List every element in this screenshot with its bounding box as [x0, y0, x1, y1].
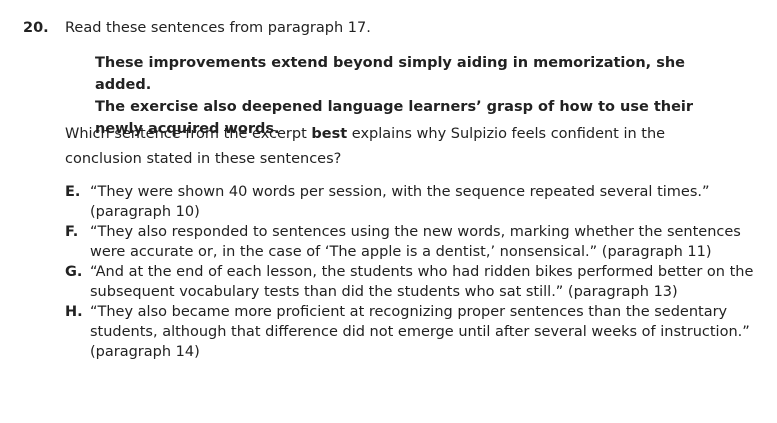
answer-choice-g[interactable]: G. “And at the end of each lesson, the s…: [65, 262, 755, 302]
choice-letter: F.: [65, 224, 79, 240]
answer-choice-e[interactable]: E. “They were shown 40 words per session…: [65, 182, 755, 222]
stem-emphasis: best: [311, 126, 348, 142]
answer-choice-h[interactable]: H. “They also became more proficient at …: [65, 302, 755, 362]
excerpt-sentence: These improvements extend beyond simply …: [95, 55, 686, 93]
choice-text: “They also became more proficient at rec…: [90, 304, 750, 360]
question-number: 20.: [23, 20, 49, 36]
choice-text: “They were shown 40 words per session, w…: [90, 184, 710, 220]
choice-letter: E.: [65, 184, 81, 200]
choice-text: “And at the end of each lesson, the stud…: [90, 264, 754, 300]
stem-text-before: Which sentence from the excerpt: [65, 126, 312, 142]
choice-letter: H.: [65, 304, 83, 320]
choice-letter: G.: [65, 264, 83, 280]
question-prompt: Read these sentences from paragraph 17.: [65, 20, 371, 36]
question-stem: Which sentence from the excerpt best exp…: [65, 122, 745, 172]
answer-choices: E. “They were shown 40 words per session…: [65, 182, 755, 362]
choice-text: “They also responded to sentences using …: [90, 224, 741, 260]
answer-choice-f[interactable]: F. “They also responded to sentences usi…: [65, 222, 755, 262]
